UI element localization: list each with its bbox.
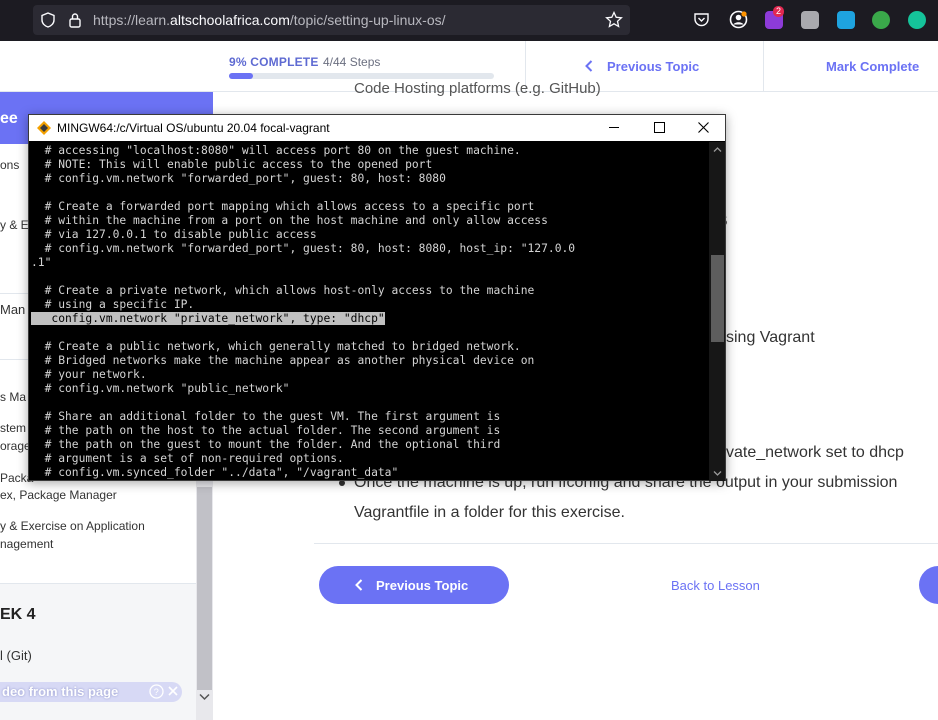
- next-topic-button[interactable]: [919, 566, 938, 604]
- terminal-line: # Share an additional folder to the gues…: [31, 410, 501, 423]
- mark-complete-button[interactable]: Mark Complete: [826, 59, 919, 74]
- sidebar-item-label: ex, Package Manager: [0, 488, 117, 502]
- account-icon[interactable]: [729, 10, 748, 29]
- content-divider: [314, 543, 938, 544]
- sidebar-item-label: orage: [0, 439, 31, 453]
- terminal-line: config.vm.network "private_network", typ…: [31, 312, 385, 325]
- sidebar-week-heading: EK 4: [0, 606, 36, 623]
- terminal-line: # via 127.0.0.1 to disable public access: [31, 228, 317, 241]
- minimize-button[interactable]: [591, 115, 637, 141]
- terminal-line: # accessing "localhost:8080" will access…: [31, 144, 521, 157]
- sidebar-item-label: s Ma: [0, 390, 27, 404]
- terminal-line: # within the machine from a port on the …: [31, 214, 548, 227]
- terminal-line: # config.vm.network "public_network": [31, 382, 290, 395]
- terminal-line: # argument is a set of non-required opti…: [31, 452, 344, 465]
- scroll-down-arrow-icon[interactable]: [713, 470, 722, 477]
- terminal-line: # using a specific IP.: [31, 298, 195, 311]
- grammarly-icon[interactable]: [908, 11, 926, 29]
- help-icon[interactable]: ?: [149, 684, 164, 699]
- extension-arrow-icon[interactable]: [837, 11, 855, 29]
- sidebar-section-title: ee: [0, 110, 18, 127]
- content-text: vate_network set to dhcp: [726, 444, 904, 461]
- bookmark-star-icon[interactable]: [605, 11, 623, 29]
- pocket-icon[interactable]: [693, 11, 710, 28]
- terminal-title-bar[interactable]: MINGW64:/c/Virtual OS/ubuntu 20.04 focal…: [29, 115, 725, 141]
- sidebar-item-git[interactable]: l (Git): [0, 648, 32, 663]
- close-window-button[interactable]: [680, 115, 726, 141]
- header-previous-topic-link[interactable]: Previous Topic: [607, 59, 699, 74]
- progress-steps: 4/44 Steps: [323, 55, 381, 69]
- extension-globe-icon[interactable]: [872, 11, 890, 29]
- terminal-line: .1": [31, 256, 52, 269]
- video-overlay-text: deo from this page: [2, 684, 119, 699]
- terminal-line: # Create a private network, which allows…: [31, 284, 535, 297]
- terminal-line: # your network.: [31, 368, 147, 381]
- terminal-scrollbar-thumb[interactable]: [711, 255, 724, 342]
- chevron-left-icon: [355, 579, 363, 591]
- git-bash-icon: [37, 121, 51, 135]
- terminal-line: # the path on the guest to mount the fol…: [31, 438, 501, 451]
- scroll-down-arrow-icon[interactable]: [199, 693, 210, 701]
- sidebar-scrollbar-thumb[interactable]: [197, 487, 212, 690]
- sidebar-item-label: Man: [0, 302, 26, 317]
- terminal-line: # the path on the host to the actual fol…: [31, 424, 501, 437]
- chevron-left-icon[interactable]: [584, 60, 594, 72]
- url-bar[interactable]: https://learn.altschoolafrica.com/topic/…: [33, 5, 630, 35]
- maximize-button[interactable]: [636, 115, 682, 141]
- progress-fill: [229, 73, 253, 79]
- sidebar-item-label: ons: [0, 158, 20, 172]
- url-text[interactable]: https://learn.altschoolafrica.com/topic/…: [93, 12, 446, 28]
- terminal-line: # config.vm.network "forwarded_port", gu…: [31, 242, 576, 255]
- minimize-icon: [609, 127, 619, 128]
- lock-icon[interactable]: [68, 12, 82, 28]
- browser-toolbar: https://learn.altschoolafrica.com/topic/…: [0, 0, 938, 41]
- close-icon: [698, 122, 709, 133]
- previous-topic-label: Previous Topic: [376, 578, 469, 593]
- terminal-title: MINGW64:/c/Virtual OS/ubuntu 20.04 focal…: [57, 121, 330, 135]
- progress-bar: [229, 73, 494, 79]
- extension-gray-icon[interactable]: [801, 11, 819, 29]
- terminal-output[interactable]: # accessing "localhost:8080" will access…: [29, 142, 709, 481]
- scroll-up-arrow-icon[interactable]: [713, 146, 722, 153]
- svg-text:?: ?: [154, 687, 159, 697]
- terminal-line: # config.vm.synced_folder "../data", "/v…: [31, 466, 399, 479]
- terminal-line: # NOTE: This will enable public access t…: [31, 158, 433, 171]
- sidebar-item-label: stem: [0, 421, 27, 435]
- sidebar-item-label: nagement: [0, 537, 54, 551]
- content-text: Vagrantfile in a folder for this exercis…: [354, 504, 625, 521]
- terminal-line: # Create a forwarded port mapping which …: [31, 200, 535, 213]
- close-icon[interactable]: [167, 685, 179, 697]
- progress-percent: 9% COMPLETE: [229, 55, 319, 69]
- terminal-line: # Bridged networks make the machine appe…: [31, 354, 535, 367]
- shield-icon[interactable]: [40, 12, 56, 28]
- header-divider: [763, 41, 764, 92]
- maximize-icon: [654, 122, 665, 133]
- content-text: sing Vagrant: [726, 329, 815, 346]
- terminal-window[interactable]: MINGW64:/c/Virtual OS/ubuntu 20.04 focal…: [28, 114, 726, 481]
- sidebar-item-label: y & Exercise on Application: [0, 519, 145, 533]
- terminal-line: # config.vm.network "forwarded_port", gu…: [31, 172, 446, 185]
- content-text: Code Hosting platforms (e.g. GitHub): [354, 80, 601, 97]
- terminal-line: # Create a public network, which general…: [31, 340, 521, 353]
- back-to-lesson-link[interactable]: Back to Lesson: [671, 578, 760, 593]
- extension-badge: 2: [773, 6, 785, 17]
